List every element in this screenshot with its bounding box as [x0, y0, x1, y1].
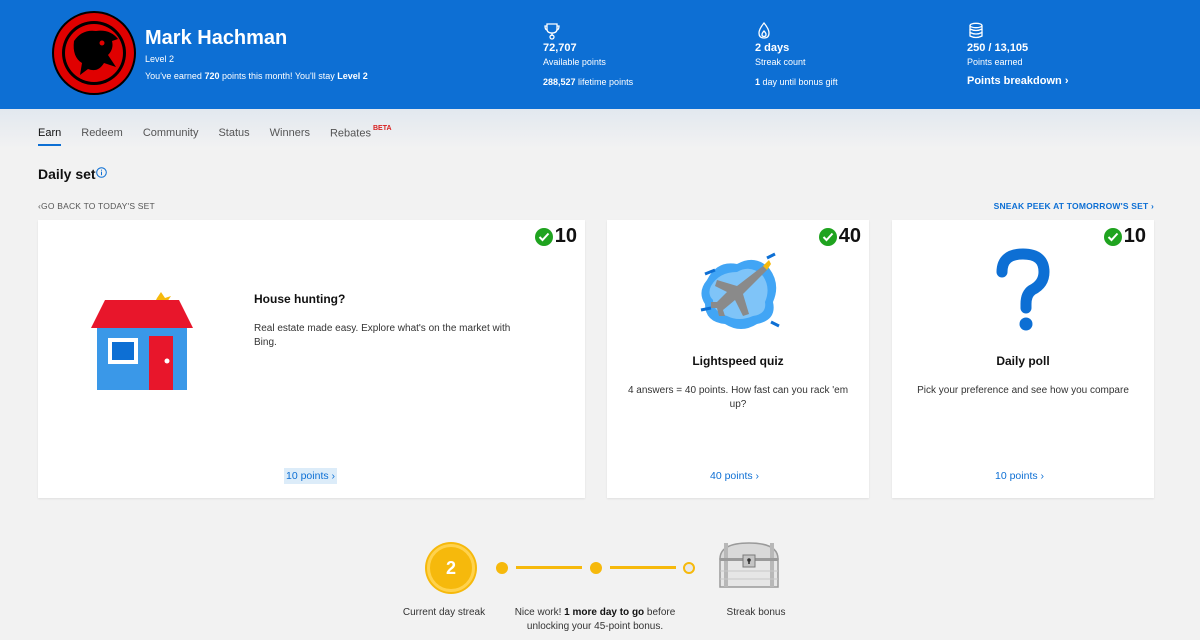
chevron-right-icon: ›	[1150, 201, 1154, 211]
tab-earn-label: Earn	[38, 127, 62, 139]
sneak-peek-link[interactable]: SNEAK PEEK AT TOMORROW'S SET ›	[994, 201, 1154, 211]
chevron-right-icon: ›	[1040, 470, 1045, 482]
nav-tabs: Earn Redeem Community Status Winners Reb…	[38, 125, 412, 146]
tab-community-label: Community	[142, 127, 199, 139]
streak-progress-dot	[590, 562, 602, 574]
streak-message: Nice work! 1 more day to go before unloc…	[502, 606, 688, 634]
avatar[interactable]	[52, 11, 136, 95]
card-title: House hunting?	[254, 292, 346, 306]
daily-set-title: Daily set	[38, 166, 96, 182]
points-badge: 10	[534, 225, 577, 248]
card-title: Lightspeed quiz	[692, 354, 784, 368]
tab-rebates[interactable]: Rebates BETA	[329, 125, 392, 146]
monthly-summary-middle: points this month! You'll stay	[219, 71, 338, 81]
points-badge-value: 10	[1123, 225, 1146, 247]
points-breakdown-link[interactable]: Points breakdown ›	[967, 75, 1068, 87]
treasure-chest-icon	[719, 542, 779, 588]
tab-redeem-label: Redeem	[81, 127, 123, 139]
user-name: Mark Hachman	[145, 27, 288, 49]
monthly-level: Level 2	[337, 71, 368, 81]
tab-status[interactable]: Status	[218, 127, 249, 146]
card-points-link-label: 10 points	[286, 470, 329, 482]
card-lightspeed-quiz[interactable]: 40 Lightspeed quiz 4 answers = 40 points…	[607, 220, 869, 498]
info-icon[interactable]	[96, 167, 107, 178]
back-to-today-label: GO BACK TO TODAY'S SET	[41, 201, 155, 211]
current-streak-label: Current day streak	[402, 607, 486, 618]
trophy-icon	[544, 23, 560, 40]
card-points-link-label: 10 points	[995, 470, 1038, 482]
tab-status-label: Status	[218, 127, 250, 139]
points-earned-label: Points earned	[967, 57, 1023, 67]
streak-count-stat: 2 days Streak count 1 day until bonus gi…	[755, 22, 838, 87]
lifetime-points: 288,527 lifetime points	[543, 77, 633, 87]
chevron-right-icon: ›	[755, 470, 760, 482]
card-points-link[interactable]: 10 points ›	[995, 470, 1044, 482]
monthly-points: 720	[204, 71, 220, 81]
bonus-gift-countdown: 1 day until bonus gift	[755, 77, 838, 87]
question-mark-icon	[996, 248, 1050, 331]
tab-community[interactable]: Community	[143, 127, 199, 146]
check-icon	[818, 227, 837, 246]
available-points-label: Available points	[543, 57, 606, 67]
streak-count-value: 2 days	[755, 42, 790, 54]
jet-icon	[700, 252, 780, 329]
streak-progress-segment	[610, 566, 676, 569]
points-badge: 40	[818, 225, 861, 248]
points-badge-value: 10	[554, 225, 577, 247]
tab-winners-label: Winners	[269, 127, 310, 139]
sneak-peek-label: SNEAK PEEK AT TOMORROW'S SET	[993, 201, 1149, 211]
points-breakdown-label: Points breakdown	[967, 75, 1062, 87]
streak-message-highlight: 1 more day to go	[564, 607, 645, 618]
card-house-hunting[interactable]: 10 House hunting? Real estate made easy.…	[38, 220, 585, 498]
streak-progress-segment	[516, 566, 582, 569]
coin-stack-icon	[969, 22, 983, 39]
streak-progress-dot	[496, 562, 508, 574]
card-description: 4 answers = 40 points. How fast can you …	[627, 385, 849, 410]
points-badge-value: 40	[838, 225, 861, 247]
chevron-right-icon: ›	[1064, 75, 1069, 87]
card-description: Real estate made easy. Explore what's on…	[254, 323, 511, 348]
points-earned-stat: 250 / 13,105 Points earned Points breakd…	[967, 22, 1068, 87]
house-icon	[91, 292, 193, 390]
chevron-right-icon: ›	[331, 470, 336, 482]
card-description: Pick your preference and see how you com…	[917, 385, 1129, 396]
card-points-link[interactable]: 10 points ›	[284, 468, 338, 484]
profile-header: Mark Hachman Level 2 You've earned 720 p…	[0, 0, 1200, 109]
available-points-stat: 72,707 Available points 288,527 lifetime…	[543, 22, 633, 87]
back-to-today-link[interactable]: ‹GO BACK TO TODAY'S SET	[38, 201, 155, 211]
check-icon	[1103, 227, 1122, 246]
user-level: Level 2	[145, 54, 175, 64]
streak-bonus-label: Streak bonus	[726, 607, 786, 618]
current-streak-badge: 2	[427, 544, 475, 592]
tab-winners[interactable]: Winners	[270, 127, 310, 146]
streak-message-prefix: Nice work!	[514, 607, 565, 618]
flame-icon	[758, 22, 770, 39]
streak-count-label: Streak count	[755, 57, 806, 67]
beta-badge: BETA	[372, 125, 392, 132]
card-points-link-label: 40 points	[710, 470, 753, 482]
tab-redeem[interactable]: Redeem	[81, 127, 123, 146]
points-earned-value: 250 / 13,105	[967, 42, 1029, 54]
tab-earn[interactable]: Earn	[38, 127, 62, 146]
lifetime-points-label: lifetime points	[575, 77, 634, 87]
card-points-link[interactable]: 40 points ›	[710, 470, 759, 482]
card-title: Daily poll	[996, 354, 1050, 368]
points-badge: 10	[1103, 225, 1146, 248]
check-icon	[534, 227, 553, 246]
streak-progress-dot-pending	[683, 562, 695, 574]
monthly-summary-prefix: You've earned	[145, 71, 205, 81]
lifetime-points-value: 288,527	[543, 77, 576, 87]
monthly-summary: You've earned 720 points this month! You…	[145, 71, 368, 81]
available-points-value: 72,707	[543, 42, 577, 54]
tab-rebates-label: Rebates	[329, 127, 371, 140]
bonus-gift-label: day until bonus gift	[760, 77, 838, 87]
card-daily-poll[interactable]: 10 Daily poll Pick your preference and s…	[892, 220, 1154, 498]
